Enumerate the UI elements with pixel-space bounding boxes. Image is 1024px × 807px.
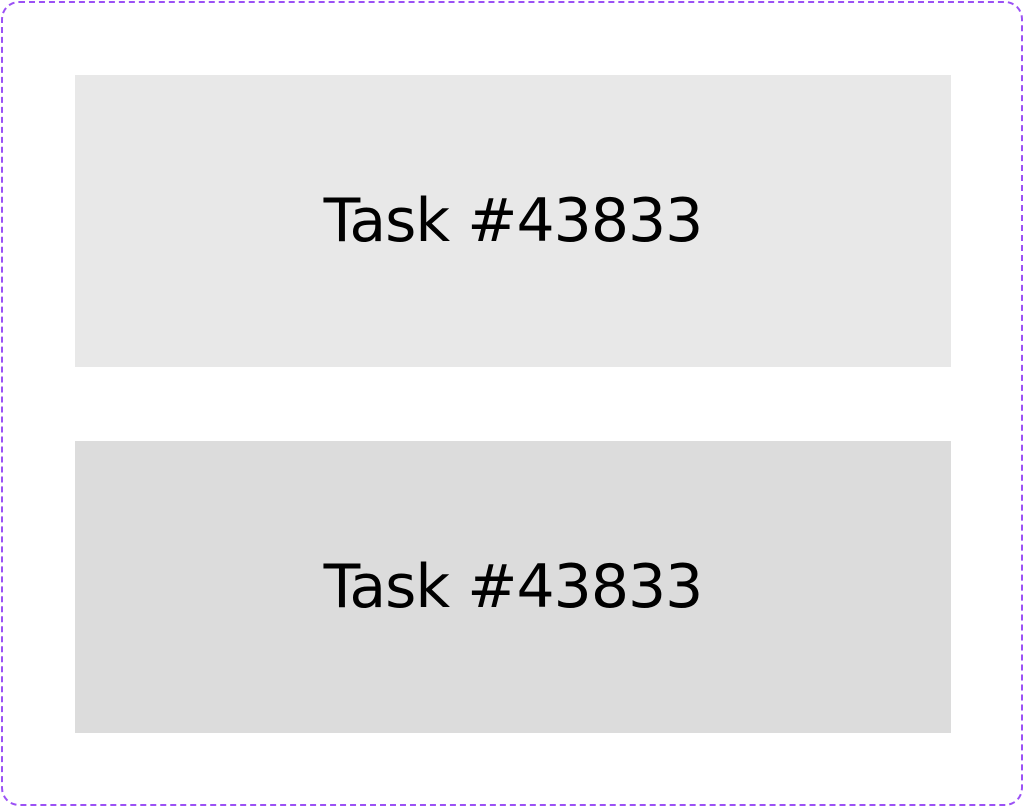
task-title: Task #43833 <box>323 186 704 256</box>
task-title: Task #43833 <box>323 552 704 622</box>
task-card[interactable]: Task #43833 <box>75 441 951 733</box>
task-card[interactable]: Task #43833 <box>75 75 951 367</box>
task-container: Task #43833 Task #43833 <box>1 1 1023 806</box>
